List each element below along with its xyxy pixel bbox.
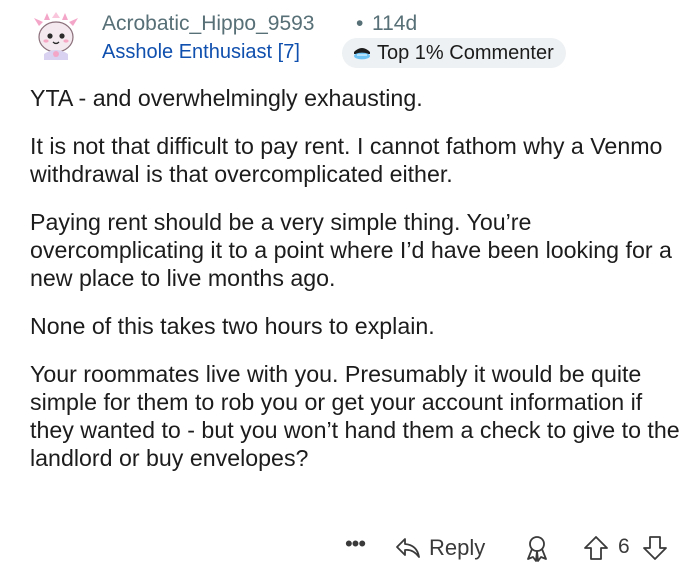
avatar-icon — [31, 11, 81, 61]
comment-paragraph: None of this takes two hours to explain. — [30, 313, 435, 339]
badge-icon — [354, 48, 370, 60]
comment-paragraph: It is not that difficult to pay rent. I … — [30, 133, 663, 187]
award-button[interactable] — [522, 534, 552, 562]
downvote-button[interactable] — [640, 534, 670, 562]
comment-paragraph: Your roommates live with you. Presumably… — [30, 361, 680, 471]
badge-label: Top 1% Commenter — [377, 41, 554, 64]
reply-button[interactable]: Reply — [395, 532, 485, 564]
user-flair: Asshole Enthusiast [7] — [102, 41, 300, 63]
downvote-icon — [643, 536, 667, 560]
comment: Acrobatic_Hippo_9593 • 114d Asshole Enth… — [0, 0, 700, 570]
comment-paragraph: Paying rent should be a very simple thin… — [30, 209, 672, 291]
upvote-button[interactable] — [581, 534, 611, 562]
reply-icon — [396, 538, 420, 558]
more-options-button[interactable]: ••• — [340, 531, 370, 562]
comment-age: 114d — [372, 12, 418, 35]
upvote-icon — [584, 536, 608, 560]
author-username[interactable]: Acrobatic_Hippo_9593 — [102, 12, 314, 36]
vote-score: 6 — [618, 535, 630, 558]
comment-paragraph: YTA - and overwhelmingly exhausting. — [30, 85, 423, 111]
reply-label: Reply — [429, 535, 486, 560]
more-icon: ••• — [344, 531, 366, 556]
award-icon — [527, 536, 547, 562]
top-commenter-badge: Top 1% Commenter — [342, 38, 566, 68]
comment-body: YTA - and overwhelmingly exhausting. It … — [30, 84, 690, 492]
avatar[interactable] — [30, 10, 82, 62]
meta-separator: • — [356, 12, 364, 35]
